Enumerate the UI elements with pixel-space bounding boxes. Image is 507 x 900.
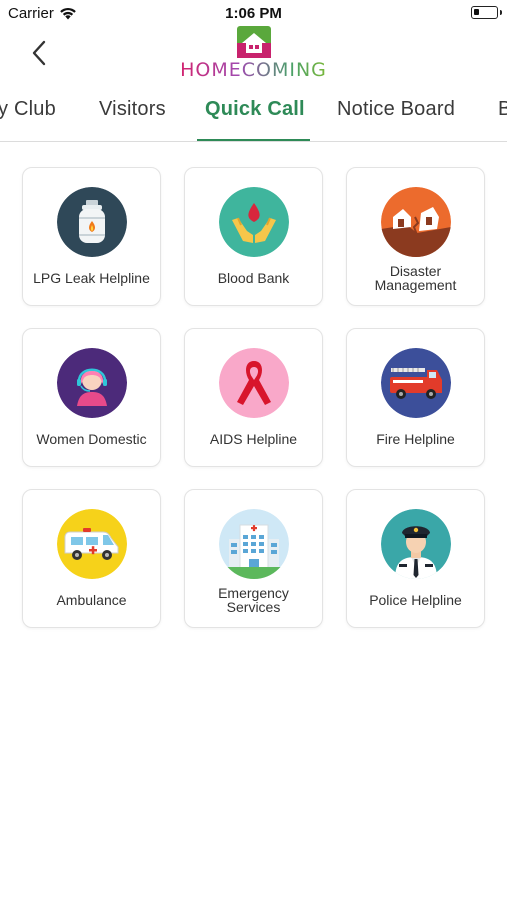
card-label: Women Domestic [36,431,147,447]
tab-quick-call[interactable]: Quick Call [205,98,305,121]
police-officer-icon [380,509,451,579]
card-label: AIDS Helpline [209,431,298,447]
hospital-icon [218,509,289,579]
card-label: Fire Helpline [376,431,455,447]
card-blood-bank[interactable]: Blood Bank [184,167,323,306]
red-ribbon-icon [218,348,289,418]
tab-club[interactable]: y Club [0,98,56,121]
card-fire-helpline[interactable]: Fire Helpline [346,328,485,467]
blood-drop-hands-icon [218,187,289,257]
active-tab-indicator [197,139,310,141]
card-emergency-services[interactable]: Emergency Services [184,489,323,628]
logo-text: HOMECOMING [180,59,327,81]
ambulance-icon [56,509,127,579]
tab-partial[interactable]: B [498,98,507,121]
card-label: LPG Leak Helpline [33,270,150,286]
home-logo-icon [236,26,271,58]
tab-bar: y Club Visitors Quick Call Notice Board … [0,88,507,142]
tab-notice-board[interactable]: Notice Board [337,98,455,121]
status-bar: Carrier 1:06 PM [0,0,507,26]
card-label: Blood Bank [217,270,290,286]
card-lpg-leak-helpline[interactable]: LPG Leak Helpline [22,167,161,306]
tab-visitors[interactable]: Visitors [99,98,166,121]
card-ambulance[interactable]: Ambulance [22,489,161,628]
woman-headset-icon [56,348,127,418]
collapsed-house-icon [380,187,451,257]
battery-icon [471,6,502,19]
fire-truck-icon [380,348,451,418]
card-label: Emergency Services [218,585,289,615]
app-header: HOMECOMING [0,26,507,86]
gas-cylinder-icon [56,187,127,257]
card-women-domestic[interactable]: Women Domestic [22,328,161,467]
quick-call-grid: LPG Leak Helpline Blood Bank Disaster Ma… [22,167,486,628]
app-logo: HOMECOMING [0,26,507,81]
card-label: Ambulance [56,592,127,608]
card-disaster-management[interactable]: Disaster Management [346,167,485,306]
battery-level [474,9,479,15]
card-label: Police Helpline [369,592,462,608]
card-police-helpline[interactable]: Police Helpline [346,489,485,628]
card-aids-helpline[interactable]: AIDS Helpline [184,328,323,467]
card-label: Disaster Management [374,263,457,293]
status-time: 1:06 PM [225,5,282,22]
